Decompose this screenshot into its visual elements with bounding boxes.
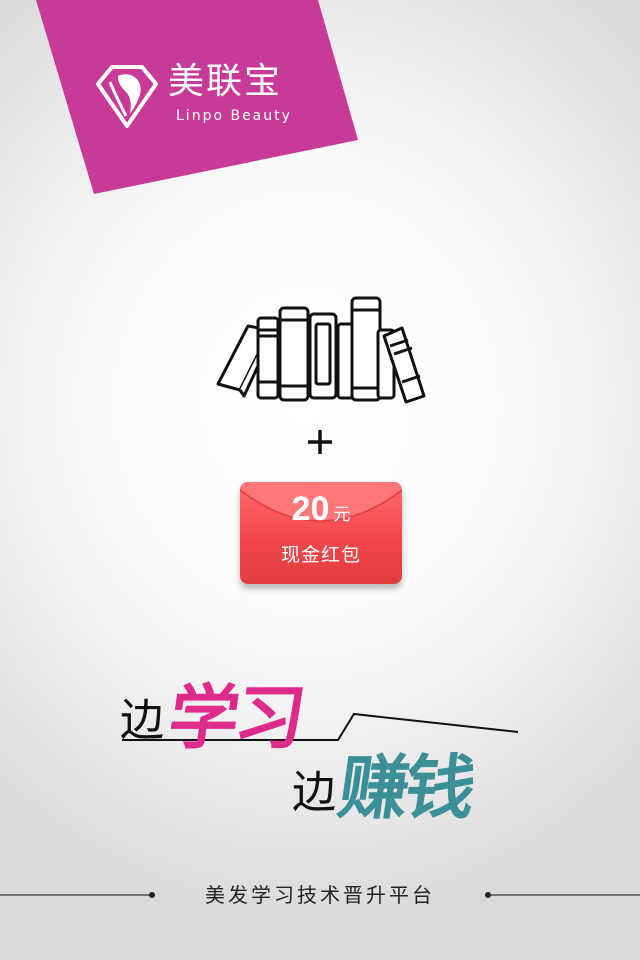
envelope-label: 现金红包 (280, 544, 361, 566)
slogan: 边 学习 边 赚钱 (110, 660, 530, 829)
envelope-amount: 20 元 (240, 490, 402, 529)
footer-tagline: 美发学习技术晋升平台 (205, 883, 435, 907)
envelope-amount-number: 20 (291, 490, 330, 528)
slogan-bian-1: 边 (120, 695, 164, 746)
envelope-amount-unit: 元 (333, 505, 351, 525)
slogan-xuexi: 学习 (163, 677, 307, 759)
slogan-bian-2: 边 (292, 767, 336, 818)
red-envelope: 20 元 现金红包 (240, 482, 402, 584)
books-icon (216, 296, 426, 404)
brand-logo-icon (96, 65, 158, 128)
brand-subtitle: Linpo Beauty (176, 108, 292, 124)
plus-icon (308, 430, 332, 454)
brand-banner: 美联宝 Linpo Beauty (0, 0, 640, 200)
slogan-zhuanqian: 赚钱 (333, 747, 477, 829)
brand-name: 美联宝 (168, 61, 283, 102)
